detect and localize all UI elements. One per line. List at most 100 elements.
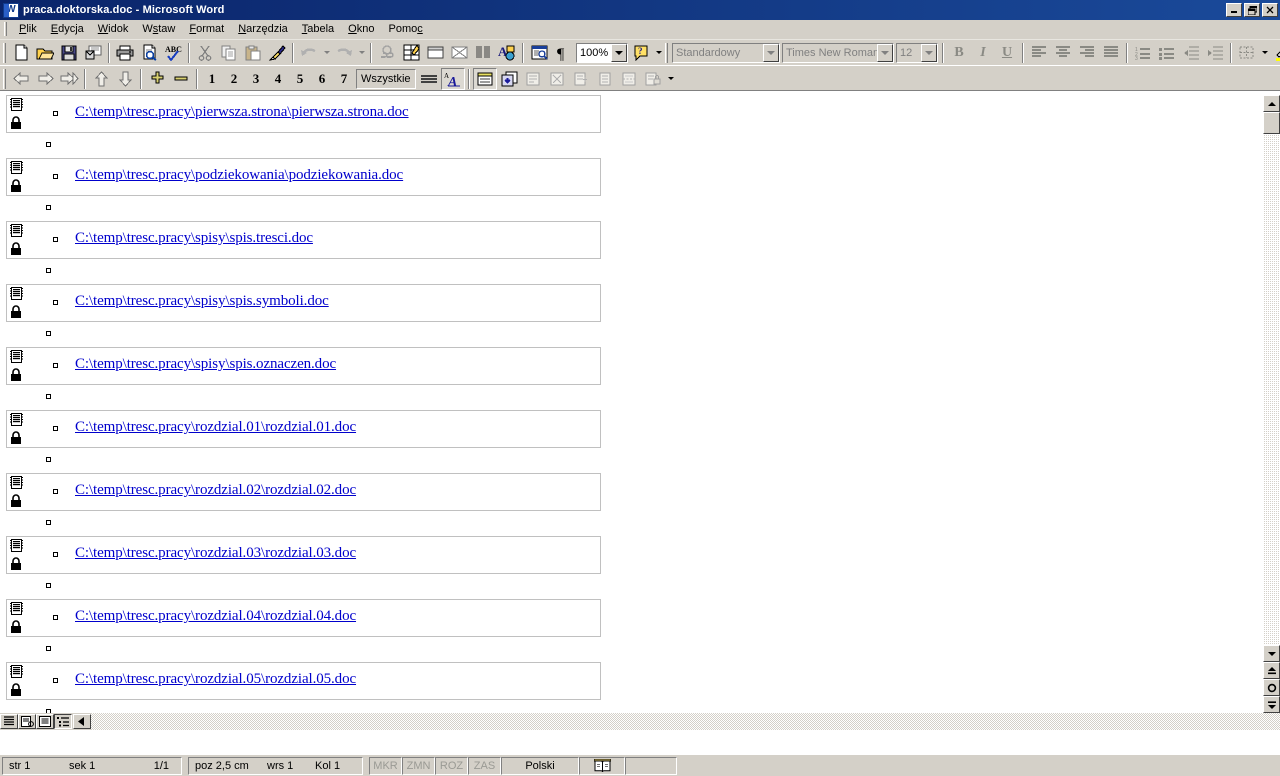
- subdocument-link[interactable]: C:\temp\tresc.pracy\spisy\spis.tresci.do…: [75, 230, 313, 247]
- outline-body-text-bullet[interactable]: [53, 363, 58, 368]
- standard-toolbar-gripper[interactable]: [3, 42, 6, 63]
- outline-body-text-bullet[interactable]: [53, 426, 58, 431]
- subdocument-icon-group[interactable]: [10, 539, 28, 575]
- vertical-scrollbar[interactable]: [1263, 95, 1280, 713]
- status-language[interactable]: Polski: [501, 756, 579, 775]
- outline-body-text-bullet[interactable]: [53, 300, 58, 305]
- font-dropdown-button[interactable]: [877, 43, 893, 62]
- outline-empty-paragraph[interactable]: [0, 259, 1263, 284]
- menu-tabela[interactable]: Tabela: [295, 21, 341, 38]
- outline-level-1-button[interactable]: 1: [201, 68, 223, 90]
- document-map-icon[interactable]: [527, 42, 551, 64]
- close-button[interactable]: [1262, 3, 1278, 17]
- undo-icon[interactable]: [297, 42, 321, 64]
- move-down-icon[interactable]: [113, 68, 137, 90]
- previous-page-button[interactable]: [1263, 662, 1280, 679]
- outline-body-text-bullet[interactable]: [46, 457, 51, 462]
- promote-icon[interactable]: [9, 68, 33, 90]
- copy-icon[interactable]: [217, 42, 241, 64]
- subdocument-link[interactable]: C:\temp\tresc.pracy\rozdzial.03\rozdzial…: [75, 545, 356, 562]
- outline-body-text-bullet[interactable]: [53, 489, 58, 494]
- menu-pomoc[interactable]: Pomoc: [381, 21, 429, 38]
- insert-hyperlink-icon[interactable]: [375, 42, 399, 64]
- remove-subdocument-icon[interactable]: [545, 68, 569, 90]
- minimize-button[interactable]: [1226, 3, 1242, 17]
- zoom-combo[interactable]: 100%: [576, 42, 628, 63]
- undo-dropdown-arrow[interactable]: [321, 42, 332, 64]
- demote-icon[interactable]: [33, 68, 57, 90]
- spelling-check-icon[interactable]: ABC: [161, 42, 185, 64]
- outline-empty-paragraph[interactable]: [0, 511, 1263, 536]
- outline-empty-paragraph[interactable]: [0, 700, 1263, 713]
- outline-empty-paragraph[interactable]: [0, 637, 1263, 662]
- email-icon[interactable]: [81, 42, 105, 64]
- columns-icon[interactable]: [471, 42, 495, 64]
- subdocument-icon-group[interactable]: [10, 665, 28, 701]
- outline-body-text-bullet[interactable]: [46, 394, 51, 399]
- show-levels-button[interactable]: Wszystkie: [356, 68, 416, 89]
- create-subdocument-icon[interactable]: [521, 68, 545, 90]
- outline-level-5-button[interactable]: 5: [289, 68, 311, 90]
- redo-dropdown-arrow[interactable]: [356, 42, 367, 64]
- horizontal-scroll-track[interactable]: [91, 713, 1280, 730]
- subdocument-box[interactable]: C:\temp\tresc.pracy\rozdzial.05\rozdzial…: [6, 662, 601, 700]
- status-indicator-roz[interactable]: ROZ: [435, 756, 468, 775]
- outline-empty-paragraph[interactable]: [0, 322, 1263, 347]
- align-right-icon[interactable]: [1075, 42, 1099, 64]
- menu-widok[interactable]: Widok: [91, 21, 136, 38]
- outline-body-text-bullet[interactable]: [46, 331, 51, 336]
- print-layout-view-button[interactable]: [36, 714, 54, 729]
- select-browse-object-button[interactable]: [1263, 679, 1280, 696]
- formatting-toolbar-gripper[interactable]: [665, 42, 668, 63]
- subdocument-icon-group[interactable]: [10, 413, 28, 449]
- subdocument-icon-group[interactable]: [10, 224, 28, 260]
- document-outline-view[interactable]: C:\temp\tresc.pracy\pierwsza.strona\pier…: [0, 95, 1263, 713]
- expand-icon[interactable]: [145, 68, 169, 90]
- align-center-icon[interactable]: [1051, 42, 1075, 64]
- outline-body-text-bullet[interactable]: [53, 111, 58, 116]
- outline-body-text-bullet[interactable]: [46, 520, 51, 525]
- subdocument-box[interactable]: C:\temp\tresc.pracy\rozdzial.01\rozdzial…: [6, 410, 601, 448]
- normal-view-button[interactable]: [0, 714, 18, 729]
- outline-body-text-bullet[interactable]: [53, 174, 58, 179]
- outline-body-text-bullet[interactable]: [46, 205, 51, 210]
- outline-body-text-bullet[interactable]: [46, 142, 51, 147]
- outline-body-text-bullet[interactable]: [46, 646, 51, 651]
- subdocument-link[interactable]: C:\temp\tresc.pracy\rozdzial.04\rozdzial…: [75, 608, 356, 625]
- font-size-combo[interactable]: 12: [896, 42, 938, 63]
- outline-body-text-bullet[interactable]: [53, 615, 58, 620]
- insert-table-icon[interactable]: [423, 42, 447, 64]
- show-formatting-marks-icon[interactable]: ¶: [551, 42, 575, 64]
- outlining-toolbar-gripper[interactable]: [3, 68, 6, 89]
- subdocument-link[interactable]: C:\temp\tresc.pracy\rozdzial.01\rozdzial…: [75, 419, 356, 436]
- bold-button[interactable]: B: [947, 42, 971, 64]
- subdocument-box[interactable]: C:\temp\tresc.pracy\rozdzial.03\rozdzial…: [6, 536, 601, 574]
- borders-dropdown-arrow[interactable]: [1259, 42, 1270, 64]
- cut-scissors-icon[interactable]: [193, 42, 217, 64]
- office-assistant-icon[interactable]: ?: [629, 42, 653, 64]
- vertical-scroll-thumb[interactable]: [1263, 112, 1280, 134]
- increase-indent-icon[interactable]: [1203, 42, 1227, 64]
- subdocument-box[interactable]: C:\temp\tresc.pracy\podziekowania\podzie…: [6, 158, 601, 196]
- standard-toolbar-overflow-arrow[interactable]: [653, 42, 664, 64]
- outline-empty-paragraph[interactable]: [0, 133, 1263, 158]
- subdocument-icon-group[interactable]: [10, 98, 28, 134]
- status-indicator-zas[interactable]: ZAS: [468, 756, 501, 775]
- outline-body-text-bullet[interactable]: [46, 268, 51, 273]
- expand-subdocuments-icon[interactable]: [497, 68, 521, 90]
- collapse-icon[interactable]: [169, 68, 193, 90]
- align-justify-icon[interactable]: [1099, 42, 1123, 64]
- status-spellcheck[interactable]: [579, 756, 625, 775]
- numbered-list-icon[interactable]: 1 2 3: [1131, 42, 1155, 64]
- move-up-icon[interactable]: [89, 68, 113, 90]
- outline-level-2-button[interactable]: 2: [223, 68, 245, 90]
- subdocument-box[interactable]: C:\temp\tresc.pracy\spisy\spis.tresci.do…: [6, 221, 601, 259]
- italic-button[interactable]: I: [971, 42, 995, 64]
- outline-empty-paragraph[interactable]: [0, 385, 1263, 410]
- status-indicator-mkr[interactable]: MKR: [369, 756, 402, 775]
- window-titlebar[interactable]: praca.doktorska.doc - Microsoft Word: [0, 0, 1280, 20]
- subdocument-box[interactable]: C:\temp\tresc.pracy\spisy\spis.oznaczen.…: [6, 347, 601, 385]
- menu-okno[interactable]: Okno: [341, 21, 381, 38]
- outlining-toolbar-overflow-arrow[interactable]: [665, 68, 676, 90]
- outline-body-text-bullet[interactable]: [53, 237, 58, 242]
